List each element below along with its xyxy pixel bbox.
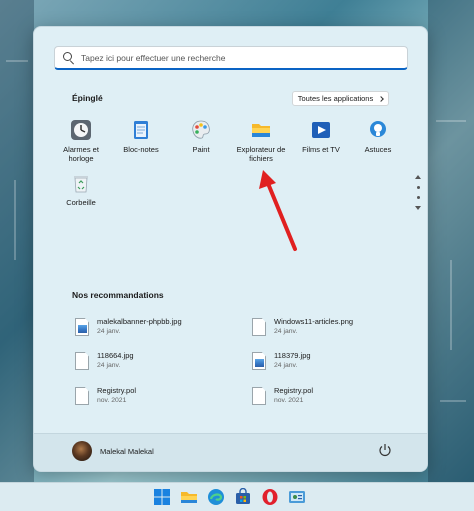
recommendation-item[interactable]: 118379.jpg 24 janv. xyxy=(252,351,311,370)
pinned-app-label: Astuces xyxy=(364,145,392,154)
films-tv-icon xyxy=(312,122,330,138)
pinned-title: Épinglé xyxy=(72,93,103,103)
control-panel-icon[interactable] xyxy=(288,488,306,506)
image-file-icon xyxy=(252,352,266,370)
windows-start-icon[interactable] xyxy=(153,488,171,506)
image-file-icon xyxy=(75,318,89,336)
pinned-page-indicator[interactable] xyxy=(415,175,421,210)
recommendation-item[interactable]: malekalbanner-phpbb.jpg 24 janv. xyxy=(75,317,182,336)
pinned-app-films-tv[interactable]: Films et TV xyxy=(291,119,351,154)
all-apps-button[interactable]: Toutes les applications xyxy=(292,91,389,106)
paint-palette-icon xyxy=(192,120,210,139)
recycle-bin-icon xyxy=(74,176,88,193)
tips-lightbulb-icon xyxy=(370,121,386,137)
file-name: 118664.jpg xyxy=(97,351,134,360)
start-menu: Épinglé Toutes les applications Alarmes … xyxy=(33,26,428,472)
alarm-clock-icon xyxy=(71,120,91,140)
chevron-right-icon xyxy=(378,95,385,102)
file-date: 24 janv. xyxy=(274,328,298,335)
page-dot[interactable] xyxy=(416,186,420,189)
recommendation-item[interactable]: Registry.pol nov. 2021 xyxy=(75,386,136,405)
annotation-arrow xyxy=(259,170,297,251)
file-name: malekalbanner-phpbb.jpg xyxy=(97,317,182,326)
file-date: 24 janv. xyxy=(97,328,121,335)
chevron-down-icon[interactable] xyxy=(415,206,421,210)
search-box[interactable] xyxy=(54,46,408,70)
page-dot[interactable] xyxy=(416,196,420,199)
file-name: Registry.pol xyxy=(274,386,314,395)
pinned-app-label: Corbeille xyxy=(66,198,96,207)
file-date: 24 janv. xyxy=(274,362,298,369)
pinned-app-label: Films et TV xyxy=(302,145,340,154)
pinned-app-tips[interactable]: Astuces xyxy=(348,119,408,154)
pinned-app-paint[interactable]: Paint xyxy=(171,119,231,154)
pinned-app-notepad[interactable]: Bloc-notes xyxy=(111,119,171,154)
file-name: Windows11-articles.png xyxy=(274,317,354,326)
recommendation-item[interactable]: 118664.jpg 24 janv. xyxy=(75,351,134,370)
user-name[interactable]: Malekal Malekal xyxy=(100,447,154,456)
start-menu-footer: Malekal Malekal xyxy=(34,433,427,471)
pinned-app-label: Bloc-notes xyxy=(123,145,159,154)
file-explorer-icon[interactable] xyxy=(180,488,198,506)
recommendations-title: Nos recommandations xyxy=(72,290,164,300)
file-name: 118379.jpg xyxy=(274,351,311,360)
file-date: nov. 2021 xyxy=(97,397,127,404)
chevron-up-icon[interactable] xyxy=(415,175,421,179)
avatar[interactable] xyxy=(72,441,92,461)
all-apps-label: Toutes les applications xyxy=(297,94,374,103)
pinned-app-label: Explorateur de fichiers xyxy=(236,145,286,163)
pinned-app-file-explorer[interactable]: Explorateur de fichiers xyxy=(231,119,291,163)
file-date: 24 janv. xyxy=(97,362,121,369)
blank-file-icon xyxy=(252,387,266,405)
pinned-app-alarms[interactable]: Alarmes et horloge xyxy=(51,119,111,163)
folder-icon xyxy=(252,124,270,137)
search-input[interactable] xyxy=(81,52,391,63)
blank-file-icon xyxy=(252,318,266,336)
microsoft-store-icon[interactable] xyxy=(234,488,252,506)
blank-file-icon xyxy=(75,387,89,405)
recommendation-item[interactable]: Registry.pol nov. 2021 xyxy=(252,386,313,405)
edge-browser-icon[interactable] xyxy=(207,488,225,506)
file-name: Registry.pol xyxy=(97,386,137,395)
blank-file-icon xyxy=(75,352,89,370)
power-icon[interactable] xyxy=(378,443,392,457)
recommendation-item[interactable]: Windows11-articles.png 24 janv. xyxy=(252,317,353,336)
opera-icon[interactable] xyxy=(261,488,279,506)
pinned-app-label: Paint xyxy=(192,145,210,154)
search-icon xyxy=(63,51,75,64)
file-date: nov. 2021 xyxy=(274,397,304,404)
notepad-icon xyxy=(134,121,148,139)
pinned-app-recycle-bin[interactable]: Corbeille xyxy=(51,172,111,207)
taskbar xyxy=(0,482,474,511)
pinned-app-label: Alarmes et horloge xyxy=(63,145,99,163)
